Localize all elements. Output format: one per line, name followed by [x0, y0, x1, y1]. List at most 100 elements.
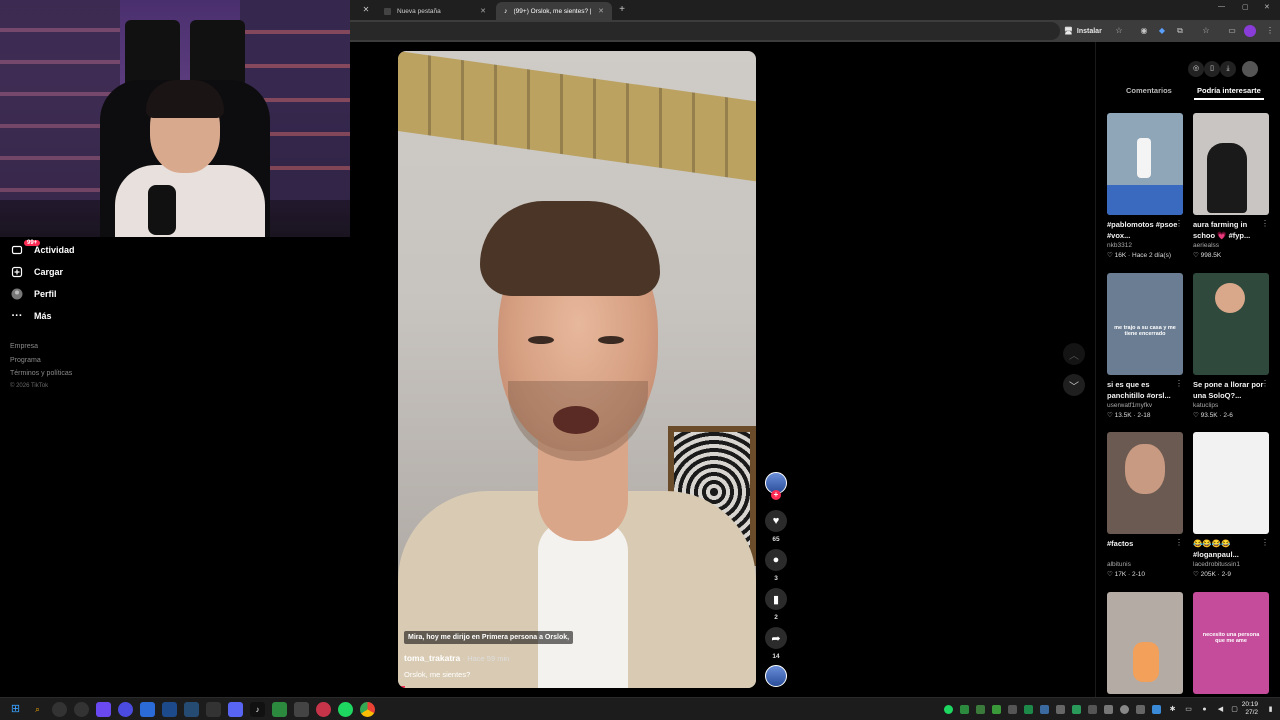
menu-dots-icon[interactable]: ⋮ — [1264, 25, 1276, 37]
follow-button[interactable]: + — [771, 490, 781, 500]
app-icon[interactable] — [294, 702, 309, 717]
video-thumbnail[interactable] — [1107, 432, 1183, 534]
card-more-icon[interactable]: ⋮ — [1175, 538, 1183, 547]
tray-icon[interactable] — [992, 705, 1001, 714]
card-more-icon[interactable]: ⋮ — [1261, 379, 1269, 388]
search-icon[interactable]: ⌕ — [30, 702, 45, 717]
video-thumbnail[interactable] — [1193, 432, 1269, 534]
extensions-puzzle-icon[interactable]: ⧉ — [1174, 25, 1186, 37]
video-thumbnail[interactable] — [1193, 113, 1269, 215]
card-username[interactable]: aeriealss — [1193, 242, 1269, 249]
card-more-icon[interactable]: ⋮ — [1175, 219, 1183, 228]
card-more-icon[interactable]: ⋮ — [1261, 538, 1269, 547]
video-thumbnail[interactable]: necesito una persona que me ame — [1193, 592, 1269, 694]
tiktok-icon[interactable]: ♪ — [250, 702, 265, 717]
monitor-icon[interactable]: ▢ — [1230, 705, 1239, 714]
tab-close-icon[interactable]: ✕ — [598, 7, 604, 15]
tray-icon[interactable] — [1008, 705, 1017, 714]
close-window-button[interactable]: ✕ — [1264, 3, 1270, 11]
recommended-video-card[interactable]: 😂😂😂😂 #loganpaul... lacedrobitussin1 ♡ 205K… — [1193, 432, 1269, 578]
tab-tiktok[interactable]: ♪ (99+) Orslok, me sientes? | TikTok ✕ — [496, 2, 612, 20]
sidebar-item-more[interactable]: ··· Más — [10, 305, 52, 327]
tray-icon[interactable] — [1152, 705, 1161, 714]
sidebar-item-upload[interactable]: Cargar — [10, 261, 63, 283]
tab-close-icon[interactable]: ✕ — [360, 4, 372, 16]
video-progress-bar[interactable] — [398, 686, 406, 688]
recommended-video-card[interactable]: aura farming in schoo 💗 #fyp... aeriealss… — [1193, 113, 1269, 259]
video-thumbnail[interactable] — [1107, 113, 1183, 215]
bluetooth-icon[interactable]: ✱ — [1168, 705, 1177, 714]
video-player[interactable]: Mira, hoy me dirijo en Primera persona a… — [398, 51, 756, 688]
recommended-video-card[interactable]: necesito una persona que me ame — [1193, 592, 1269, 694]
app-icon[interactable] — [74, 702, 89, 717]
app-icon[interactable] — [96, 702, 111, 717]
tray-icon[interactable] — [944, 705, 953, 714]
card-more-icon[interactable]: ⋮ — [1261, 219, 1269, 228]
app-icon[interactable] — [206, 702, 221, 717]
card-username[interactable]: katuclips — [1193, 402, 1269, 409]
video-thumbnail[interactable] — [1193, 273, 1269, 375]
app-icon[interactable] — [140, 702, 155, 717]
previous-video-button[interactable]: ︿ — [1063, 343, 1085, 365]
card-username[interactable]: albitunis — [1107, 561, 1183, 568]
volume-icon[interactable]: ◀ — [1216, 705, 1225, 714]
app-icon[interactable] — [272, 702, 287, 717]
app-icon[interactable] — [162, 702, 177, 717]
footer-link-company[interactable]: Empresa — [10, 343, 38, 350]
spotify-icon[interactable] — [338, 702, 353, 717]
app-icon[interactable] — [316, 702, 331, 717]
microphone-icon[interactable]: ● — [1200, 705, 1209, 714]
tray-icon[interactable] — [1024, 705, 1033, 714]
recommended-video-card[interactable] — [1107, 592, 1183, 694]
tray-icon[interactable] — [1136, 705, 1145, 714]
comment-button[interactable]: ● — [765, 549, 787, 571]
share-button[interactable]: ➦ — [765, 627, 787, 649]
device-icon[interactable]: ▯ — [1204, 61, 1220, 77]
tray-icon[interactable] — [960, 705, 969, 714]
footer-link-program[interactable]: Programa — [10, 357, 41, 364]
recommended-video-card[interactable]: me trajo a su casa y me tiene encerrado s… — [1107, 273, 1183, 419]
network-icon[interactable]: ▭ — [1184, 705, 1193, 714]
bookmark-manager-icon[interactable]: ☆ — [1200, 25, 1212, 37]
new-tab-button[interactable]: + — [616, 4, 628, 16]
tray-icon[interactable] — [1040, 705, 1049, 714]
discord-icon[interactable] — [228, 702, 243, 717]
recommended-video-card[interactable]: #pablomotos #psoe #vox... nkb3312 ♡ 16K · … — [1107, 113, 1183, 259]
bookmark-star-icon[interactable]: ☆ — [1113, 25, 1125, 37]
tray-icon[interactable] — [1056, 705, 1065, 714]
chrome-icon[interactable] — [360, 702, 375, 717]
compass-icon[interactable]: ◎ — [1188, 61, 1204, 77]
video-thumbnail[interactable]: me trajo a su casa y me tiene encerrado — [1107, 273, 1183, 375]
maximize-button[interactable]: ▢ — [1242, 3, 1249, 11]
save-button[interactable]: ▮ — [765, 588, 787, 610]
download-icon[interactable]: ⤓ — [1220, 61, 1236, 77]
card-more-icon[interactable]: ⋮ — [1175, 379, 1183, 388]
like-button[interactable]: ♥ — [765, 510, 787, 532]
tray-icon[interactable] — [1120, 705, 1129, 714]
address-input[interactable] — [350, 22, 1060, 40]
tab-close-icon[interactable]: ✕ — [480, 7, 486, 15]
tray-icon[interactable] — [1104, 705, 1113, 714]
tab-comments[interactable]: Comentarios — [1126, 86, 1172, 95]
taskbar-clock[interactable]: 20:19 27/2 — [1242, 701, 1258, 717]
sound-avatar[interactable] — [765, 665, 787, 687]
notifications-icon[interactable]: ▮ — [1266, 705, 1275, 714]
card-username[interactable]: userwatf1myfkv — [1107, 402, 1183, 409]
cast-icon[interactable]: ▭ — [1226, 25, 1238, 37]
extension-icon[interactable]: ◆ — [1156, 25, 1168, 37]
steam-icon[interactable] — [184, 702, 199, 717]
card-username[interactable]: nkb3312 — [1107, 242, 1183, 249]
app-icon[interactable] — [118, 702, 133, 717]
tray-icon[interactable] — [976, 705, 985, 714]
user-avatar[interactable] — [1242, 61, 1258, 77]
card-username[interactable]: lacedrobitussin1 — [1193, 561, 1269, 568]
video-thumbnail[interactable] — [1107, 592, 1183, 694]
tab-new-tab[interactable]: Nueva pestaña ✕ — [376, 2, 494, 20]
tray-icon[interactable] — [1072, 705, 1081, 714]
minimize-button[interactable]: — — [1218, 3, 1225, 10]
sidebar-item-profile[interactable]: Perfil — [10, 283, 57, 305]
install-app-button[interactable]: 🖥 Instalar — [1064, 24, 1102, 38]
app-icon[interactable] — [52, 702, 67, 717]
footer-link-terms[interactable]: Términos y políticas — [10, 370, 72, 377]
windows-start-icon[interactable]: ⊞ — [8, 702, 23, 717]
